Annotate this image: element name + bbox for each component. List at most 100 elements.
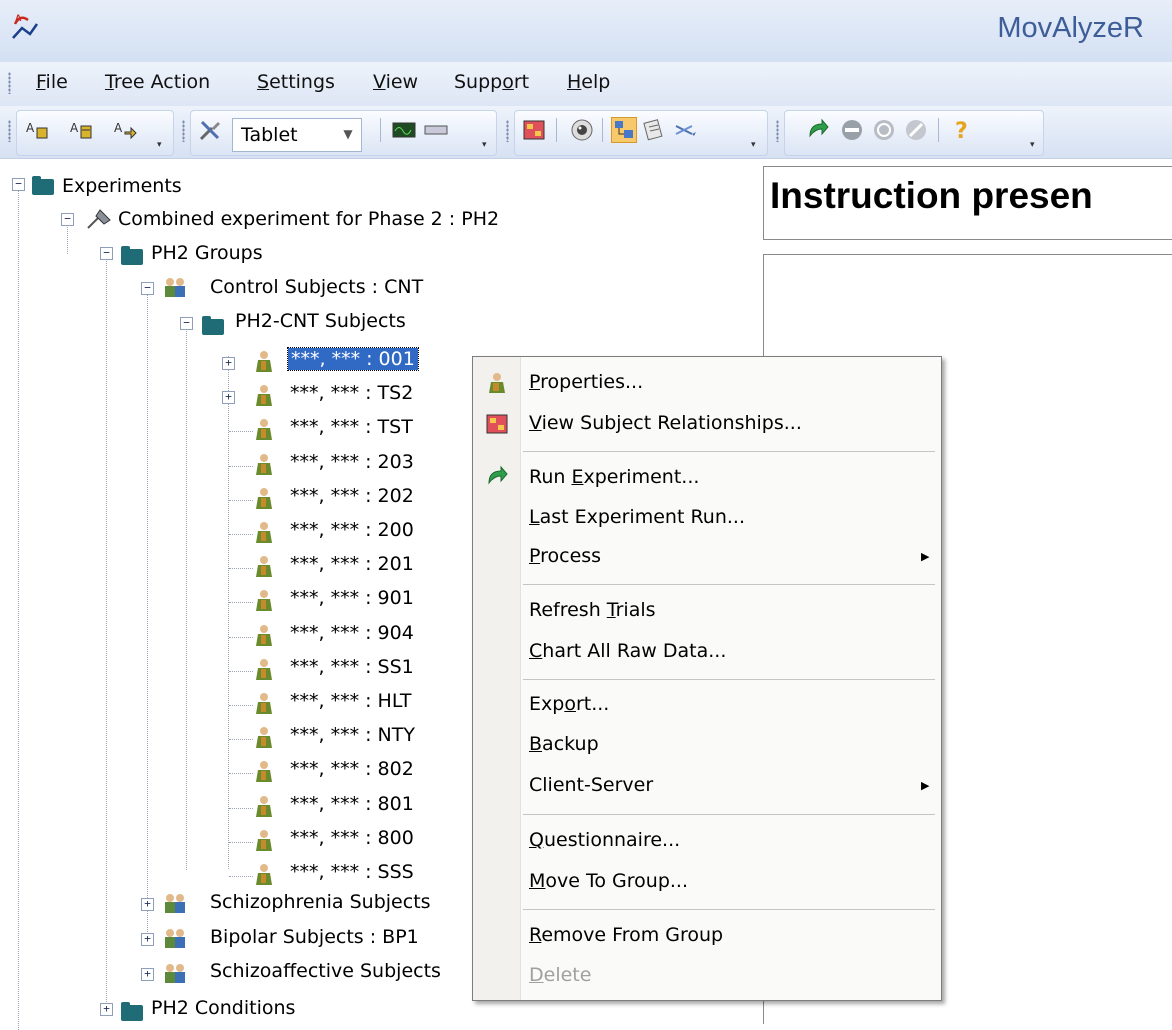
expand-toggle[interactable]: + [222,391,235,404]
expand-toggle[interactable]: + [222,357,235,370]
tree-item-subject[interactable]: ***, *** : NTY [290,724,415,746]
tree-guide-line [229,500,253,502]
toolbar-grip[interactable] [506,120,509,142]
expand-toggle[interactable]: + [141,968,154,981]
tree-item-subject[interactable]: ***, *** : TS2 [290,382,413,404]
menu-view[interactable]: View [373,71,418,93]
chevron-down-icon[interactable]: ▼ [337,121,359,147]
tree-item-subject[interactable]: ***, *** : SSS [290,861,414,883]
subject-person-icon [256,488,272,509]
toolbar-overflow-chevron-icon[interactable]: ▾ [482,140,490,150]
tree-guide-line [229,705,253,707]
menu-file[interactable]: File [36,71,68,93]
tree-item-subject[interactable]: ***, *** : TST [290,416,413,438]
network-icon[interactable] [872,118,896,142]
tree-item-control-group[interactable]: Control Subjects : CNT [210,276,423,298]
tree-item-conditions-folder[interactable]: PH2 Conditions [151,997,295,1019]
menu-item-remove-from-group[interactable]: Remove From Group [529,924,723,946]
stop-icon[interactable] [840,118,864,142]
menu-settings[interactable]: Settings [257,71,335,93]
toolbar-grip[interactable] [776,120,779,142]
svg-text:A: A [70,121,79,135]
submenu-arrow-icon: ▶ [921,779,930,792]
add-subject-icon[interactable]: A [70,118,94,142]
run-experiment-icon[interactable] [806,118,830,142]
collapse-toggle[interactable]: − [12,178,25,191]
expand-toggle[interactable]: + [141,898,154,911]
menubar-grip[interactable] [8,72,11,94]
subject-person-icon [256,625,272,646]
eye-icon[interactable] [570,118,594,142]
toolbar-overflow-chevron-icon[interactable]: ▾ [157,140,165,150]
signal-monitor-icon[interactable] [392,118,416,142]
tree-guide-line [229,842,253,844]
menu-item-backup[interactable]: Backup [529,733,599,755]
tree-item-subject[interactable]: ***, *** : SS1 [290,656,414,678]
tree-item-group[interactable]: Bipolar Subjects : BP1 [210,926,419,948]
help-icon[interactable]: ? [950,118,974,142]
menu-item-properties[interactable]: Properties... [529,371,643,393]
tree-item-subject[interactable]: ***, *** : 200 [290,519,414,541]
tree-guide-line [229,534,253,536]
device-combo[interactable]: Tablet ▼ [232,118,362,152]
notes-icon[interactable] [642,118,666,142]
expand-toggle[interactable]: + [100,1003,113,1016]
tree-item-subject[interactable]: ***, *** : 202 [290,485,414,507]
toolbar-grip[interactable] [182,120,185,142]
title-bar: A MovAlyzeR [0,0,1172,63]
menu-help[interactable]: Help [567,71,610,93]
collapse-toggle[interactable]: − [141,282,154,295]
tree-item-experiment[interactable]: Combined experiment for Phase 2 : PH2 [118,208,499,230]
menu-item-run-experiment[interactable]: Run Experiment... [529,466,699,488]
add-condition-icon[interactable]: A [114,118,138,142]
tree-item-subject[interactable]: ***, *** : 802 [290,758,414,780]
subject-person-icon [256,351,272,372]
menu-item-last-experiment-run[interactable]: Last Experiment Run... [529,506,745,528]
collapse-toggle[interactable]: − [100,247,113,260]
toolbar-overflow-chevron-icon[interactable]: ▾ [1030,140,1038,150]
tree-item-subject[interactable]: ***, *** : HLT [290,690,411,712]
tree-item-group[interactable]: Schizoaffective Subjects [210,960,441,982]
tree-item-subject[interactable]: ***, *** : 801 [290,793,414,815]
tree-item-groups-folder[interactable]: PH2 Groups [151,242,263,264]
tree-item-subject[interactable]: ***, *** : 203 [290,451,414,473]
menu-item-view-subject-relationships[interactable]: View Subject Relationships... [529,412,802,434]
tree-item-subject[interactable]: ***, *** : 901 [290,587,414,609]
toolbar-group-view [514,110,768,156]
menu-item-export[interactable]: Export... [529,693,609,715]
tree-item-subject[interactable]: ***, *** : 800 [290,827,414,849]
expand-toggle[interactable]: + [141,933,154,946]
menu-item-process[interactable]: Process [529,545,601,567]
toolbar-grip[interactable] [8,120,11,142]
subject-person-icon [256,864,272,885]
tools-icon[interactable] [198,118,222,142]
menu-item-move-to-group[interactable]: Move To Group... [529,870,688,892]
cancel-icon[interactable] [904,118,928,142]
arrows-icon[interactable] [674,118,698,142]
subject-group-icon [165,964,185,983]
toolbar-overflow-chevron-icon[interactable]: ▾ [751,140,759,150]
tree-guide-line [229,602,253,604]
add-group-icon[interactable]: A [26,118,50,142]
tree-item-group[interactable]: Schizophrenia Subjects [210,891,431,913]
menu-item-chart-all-raw-data[interactable]: Chart All Raw Data... [529,640,726,662]
tree-item-subject[interactable]: ***, *** : 904 [290,622,414,644]
instruction-header: Instruction presen [763,166,1172,240]
relationships-icon[interactable] [522,118,546,142]
tree-item-subject[interactable]: ***, *** : 201 [290,553,414,575]
menu-separator [523,679,935,680]
menu-support[interactable]: Support [454,71,529,93]
tablet-device-icon[interactable] [424,118,448,142]
subject-person-icon [256,454,272,475]
tree-item-experiments[interactable]: Experiments [62,175,182,197]
menu-tree-action[interactable]: Tree Action [105,71,210,93]
menu-item-refresh-trials[interactable]: Refresh Trials [529,599,656,621]
collapse-toggle[interactable]: − [61,213,74,226]
menu-item-questionnaire[interactable]: Questionnaire... [529,829,680,851]
tree-item-cnt-subjects-folder[interactable]: PH2-CNT Subjects [235,310,406,332]
tree-item-subject[interactable]: ***, *** : 001 [287,347,419,371]
collapse-toggle[interactable]: − [180,317,193,330]
tree-view-icon[interactable] [611,117,637,143]
tree-guide-line [18,182,20,1030]
menu-item-client-server[interactable]: Client-Server [529,774,653,796]
